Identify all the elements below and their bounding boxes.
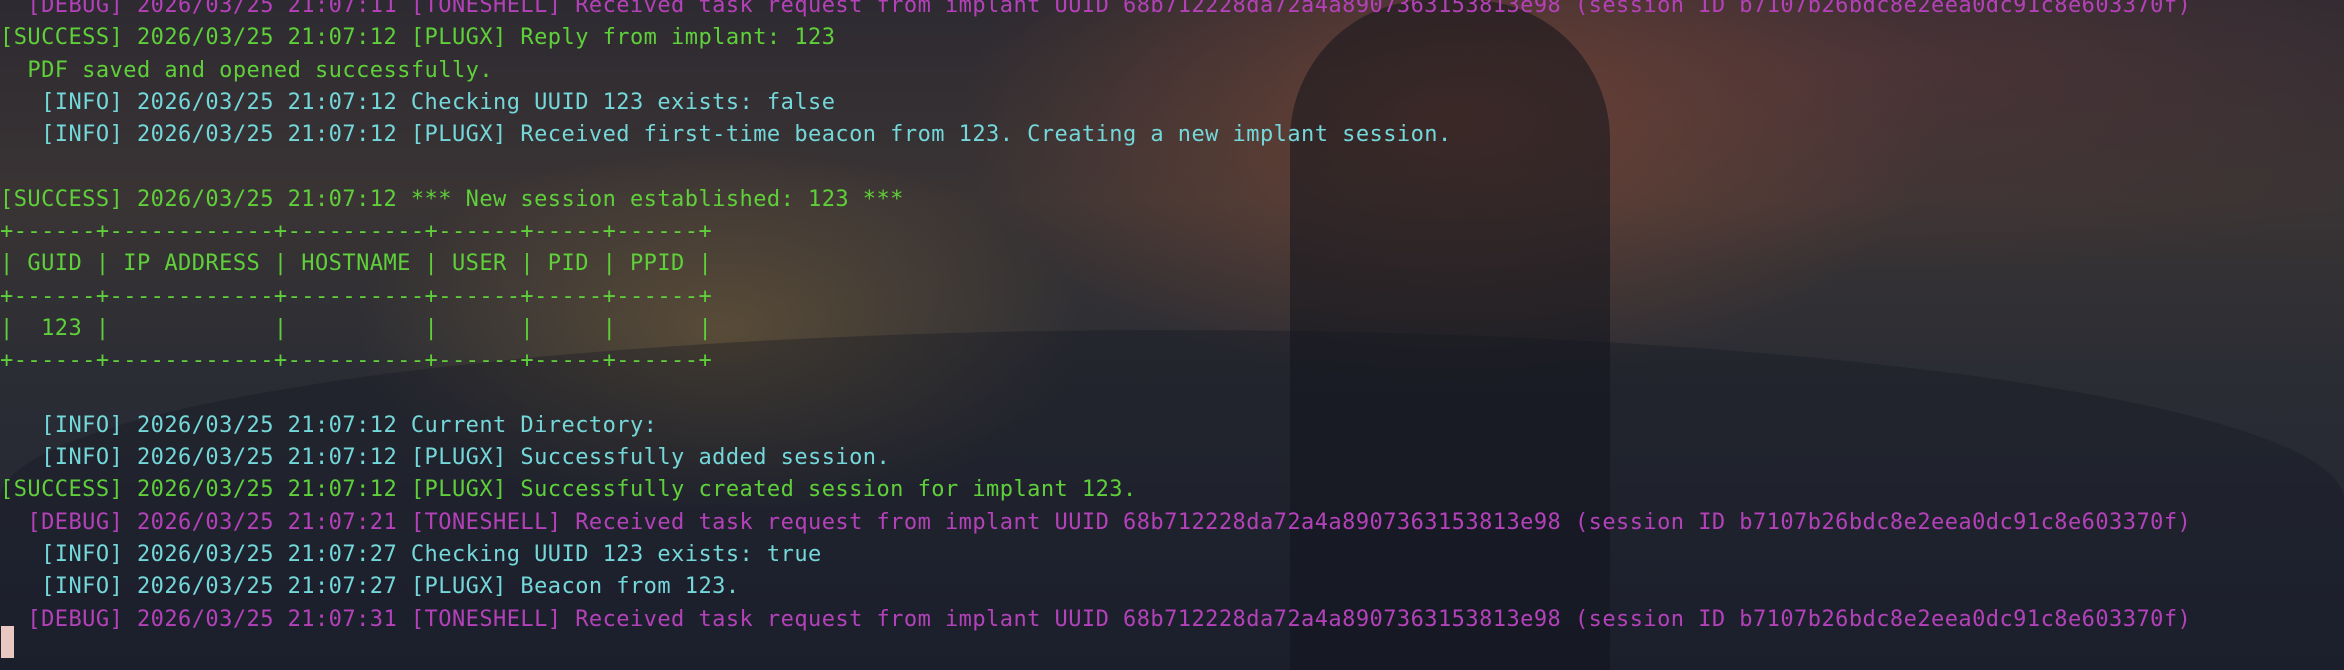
log-line: [DEBUG] 2026/03/25 21:07:21 [TONESHELL] …: [0, 509, 2192, 535]
log-line: [INFO] 2026/03/25 21:07:12 Checking UUID…: [0, 89, 836, 115]
session-table-row: | 123 | | | | | |: [0, 315, 713, 341]
log-line: [SUCCESS] 2026/03/25 21:07:12 [PLUGX] Re…: [0, 25, 836, 51]
session-table-header: | GUID | IP ADDRESS | HOSTNAME | USER | …: [0, 251, 713, 277]
terminal-cursor[interactable]: [1, 626, 14, 658]
session-table-border: +------+------------+----------+------+-…: [0, 283, 713, 309]
session-table-border: +------+------------+----------+------+-…: [0, 219, 713, 245]
log-line: [INFO] 2026/03/25 21:07:27 [PLUGX] Beaco…: [0, 574, 740, 600]
log-line: PDF saved and opened successfully.: [0, 57, 494, 83]
log-line: [DEBUG] 2026/03/25 21:07:31 [TONESHELL] …: [0, 606, 2192, 632]
log-line: [INFO] 2026/03/25 21:07:12 [PLUGX] Recei…: [0, 122, 1452, 148]
log-line: [INFO] 2026/03/25 21:07:27 Checking UUID…: [0, 542, 822, 568]
terminal-output: [DEBUG] 2026/03/25 21:07:11 [TONESHELL] …: [0, 0, 2344, 636]
log-line: [SUCCESS] 2026/03/25 21:07:12 *** New se…: [0, 186, 904, 212]
terminal-window[interactable]: [DEBUG] 2026/03/25 21:07:11 [TONESHELL] …: [0, 0, 2344, 670]
log-line: [DEBUG] 2026/03/25 21:07:11 [TONESHELL] …: [0, 0, 2192, 18]
log-line: [INFO] 2026/03/25 21:07:12 [PLUGX] Succe…: [0, 445, 891, 471]
log-line: [SUCCESS] 2026/03/25 21:07:12 [PLUGX] Su…: [0, 477, 1137, 503]
log-line: [INFO] 2026/03/25 21:07:12 Current Direc…: [0, 412, 658, 438]
session-table-border: +------+------------+----------+------+-…: [0, 348, 713, 374]
